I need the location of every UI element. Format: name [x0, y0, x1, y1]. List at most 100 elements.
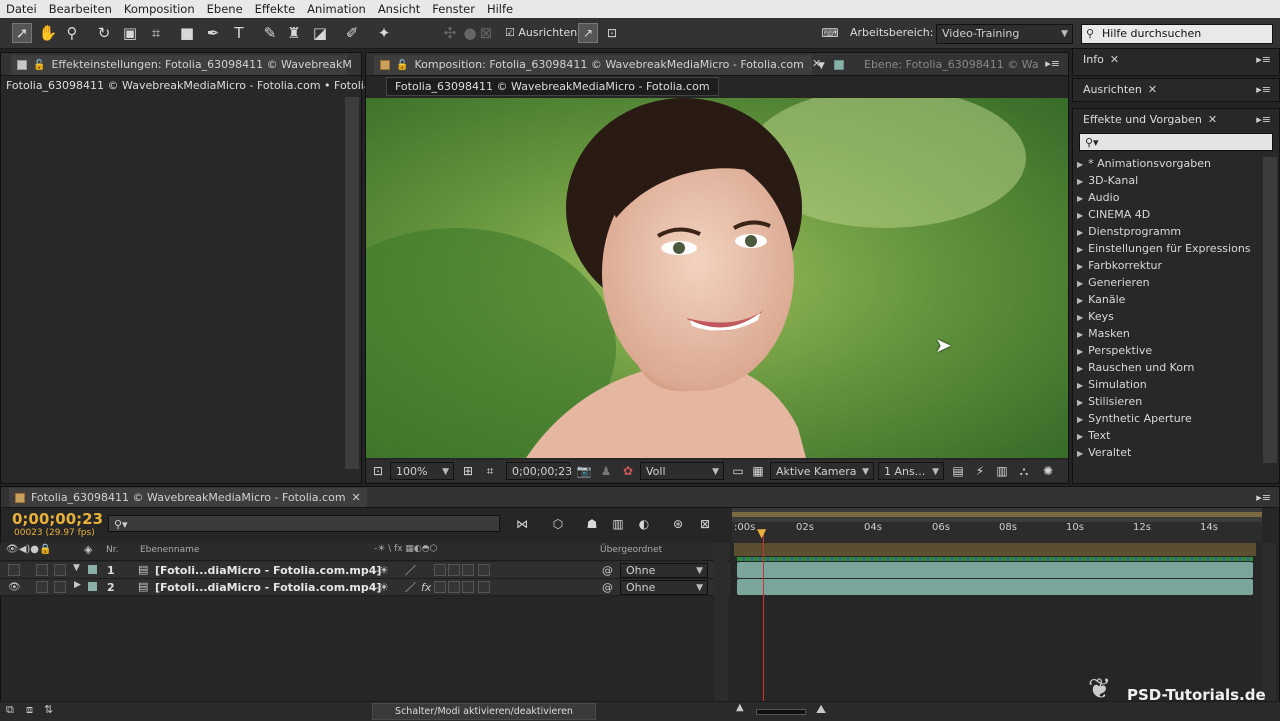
shy-switch-icon[interactable]: -☀: [375, 579, 389, 596]
rectangle-tool-icon[interactable]: ■: [177, 23, 197, 43]
panel-menu-icon[interactable]: ▸≡: [1256, 83, 1271, 96]
layer-name[interactable]: [Fotoli...diaMicro - Fotolia.com.mp4]: [155, 562, 381, 579]
eye-icon[interactable]: 👁: [8, 579, 21, 596]
roto-brush-tool-icon[interactable]: ✐: [342, 23, 362, 43]
disclosure-triangle-icon[interactable]: ▶: [1077, 194, 1083, 203]
snapshot-icon[interactable]: 📷: [574, 461, 594, 481]
label-color-swatch[interactable]: [88, 582, 97, 591]
time-navigator[interactable]: [732, 508, 1262, 522]
lock-toggle[interactable]: [54, 581, 66, 593]
always-preview-icon[interactable]: ⊡: [368, 461, 388, 481]
effects-item[interactable]: ▶ Dienstprogramm: [1077, 223, 1181, 240]
grid-snap-icon[interactable]: ⊡: [602, 23, 622, 43]
resolution-select[interactable]: Voll ▼: [640, 462, 724, 480]
menu-bearbeiten[interactable]: Bearbeiten: [43, 2, 118, 16]
disclosure-triangle-icon[interactable]: ▶: [1077, 177, 1083, 186]
toggle-pixel-aspect-icon[interactable]: ▤: [948, 461, 968, 481]
lock-icon[interactable]: 🔓: [396, 56, 408, 76]
layer-2-clip[interactable]: [737, 579, 1253, 595]
tab-effect-controls[interactable]: 🔓 Effekteinstellungen: Fotolia_63098411 ©…: [11, 55, 352, 76]
timeline-icon[interactable]: ▥: [992, 461, 1012, 481]
close-icon[interactable]: ✕: [812, 57, 821, 70]
fx-switch-icon[interactable]: fx: [421, 579, 431, 596]
effects-scrollbar[interactable]: [1263, 157, 1277, 463]
effects-item[interactable]: ▶ * Animationsvorgaben: [1077, 155, 1211, 172]
menu-fenster[interactable]: Fenster: [426, 2, 481, 16]
menu-animation[interactable]: Animation: [301, 2, 372, 16]
effects-item[interactable]: ▶ Keys: [1077, 308, 1114, 325]
switch-box[interactable]: [462, 564, 474, 576]
disclosure-triangle-icon[interactable]: ▶: [1077, 228, 1083, 237]
effects-item[interactable]: ▶ Text: [1077, 427, 1110, 444]
parent-select[interactable]: Ohne ▼: [620, 563, 708, 578]
effects-item[interactable]: ▶ Synthetic Aperture: [1077, 410, 1192, 427]
timeline-scrollbar[interactable]: [1262, 543, 1276, 701]
disclosure-triangle-icon[interactable]: ▶: [74, 580, 81, 590]
playhead-line[interactable]: [763, 530, 764, 702]
layer-list-scrollbar[interactable]: [714, 543, 728, 701]
timeline-search-input[interactable]: ⚲▾: [108, 515, 500, 532]
transfer-controls-icon[interactable]: ⧈: [26, 703, 33, 717]
layer-1-clip[interactable]: [737, 562, 1253, 578]
view-axis-icon[interactable]: ⊠: [476, 23, 496, 43]
switch-box[interactable]: [434, 581, 446, 593]
frame-blending-icon[interactable]: ▥: [608, 514, 628, 534]
disclosure-triangle-icon[interactable]: ▶: [1077, 364, 1083, 373]
tab-effects-presets[interactable]: Effekte und Vorgaben ✕: [1083, 113, 1217, 126]
menu-ebene[interactable]: Ebene: [201, 2, 249, 16]
panel-menu-icon[interactable]: ▸≡: [1256, 491, 1271, 504]
disclosure-triangle-icon[interactable]: ▶: [1077, 449, 1083, 458]
align-checkbox[interactable]: ☑ Ausrichten: [505, 26, 577, 39]
disclosure-triangle-icon[interactable]: ▶: [1077, 245, 1083, 254]
menu-datei[interactable]: Datei: [0, 2, 43, 16]
tab-timeline[interactable]: Fotolia_63098411 © WavebreakMediaMicro -…: [9, 488, 367, 507]
disclosure-triangle-icon[interactable]: ▶: [1077, 262, 1083, 271]
effects-item[interactable]: ▶ Masken: [1077, 325, 1130, 342]
motion-blur-icon[interactable]: ◐: [634, 514, 654, 534]
disclosure-triangle-icon[interactable]: ▶: [1077, 398, 1083, 407]
close-icon[interactable]: ✕: [1110, 53, 1119, 66]
switch-box[interactable]: [478, 564, 490, 576]
axis-mode-icon[interactable]: ✣: [440, 23, 460, 43]
puppet-pin-tool-icon[interactable]: ✦: [374, 23, 394, 43]
video-toggle[interactable]: [8, 564, 20, 576]
disclosure-triangle-icon[interactable]: ▶: [1077, 313, 1083, 322]
views-select[interactable]: 1 Ans... ▼: [878, 462, 944, 480]
clone-stamp-tool-icon[interactable]: ♜: [284, 23, 304, 43]
brainstorm-icon[interactable]: ⊠: [695, 514, 715, 534]
effects-item[interactable]: ▶ Veraltet: [1077, 444, 1131, 461]
close-icon[interactable]: ✕: [1208, 113, 1217, 126]
eraser-tool-icon[interactable]: ◪: [310, 23, 330, 43]
tab-info[interactable]: Info ✕: [1083, 53, 1119, 66]
graph-editor-icon[interactable]: ⊛: [668, 514, 688, 534]
disclosure-triangle-icon[interactable]: ▶: [1077, 330, 1083, 339]
effects-item[interactable]: ▶ 3D-Kanal: [1077, 172, 1138, 189]
channel-icon[interactable]: ✿: [618, 461, 638, 481]
lock-icon[interactable]: 🔓: [33, 56, 45, 76]
tab-align[interactable]: Ausrichten ✕: [1083, 83, 1157, 96]
toggle-switches-modes-button[interactable]: Schalter/Modi aktivieren/deaktivieren: [372, 703, 596, 720]
pickwhip-icon[interactable]: @: [602, 562, 613, 579]
timeline-timecode[interactable]: 0;00;00;23: [12, 510, 103, 528]
effects-item[interactable]: ▶ Farbkorrektur: [1077, 257, 1162, 274]
effects-item[interactable]: ▶ Simulation: [1077, 376, 1147, 393]
menu-ansicht[interactable]: Ansicht: [372, 2, 426, 16]
switch-box[interactable]: [478, 581, 490, 593]
switch-box[interactable]: [448, 564, 460, 576]
layer-switches-icon[interactable]: ⧉: [6, 703, 14, 717]
switch-box[interactable]: [462, 581, 474, 593]
flowchart-icon[interactable]: ⛬: [1014, 461, 1034, 481]
workspace-select[interactable]: Video-Training ▼: [936, 24, 1073, 44]
label-color-swatch[interactable]: [88, 565, 97, 574]
switch-box[interactable]: [448, 581, 460, 593]
text-tool-icon[interactable]: T: [229, 23, 249, 43]
navigator-range[interactable]: [732, 512, 1262, 517]
quality-switch-icon[interactable]: ／: [405, 579, 416, 596]
effects-item[interactable]: ▶ CINEMA 4D: [1077, 206, 1150, 223]
pan-behind-tool-icon[interactable]: ⌗: [146, 23, 166, 43]
region-of-interest-icon[interactable]: ⊞: [458, 461, 478, 481]
composition-viewer[interactable]: [366, 98, 1068, 458]
zoom-out-icon[interactable]: ▲: [736, 702, 744, 713]
disclosure-triangle-icon[interactable]: ▶: [1077, 296, 1083, 305]
pen-tool-icon[interactable]: ✒: [203, 23, 223, 43]
